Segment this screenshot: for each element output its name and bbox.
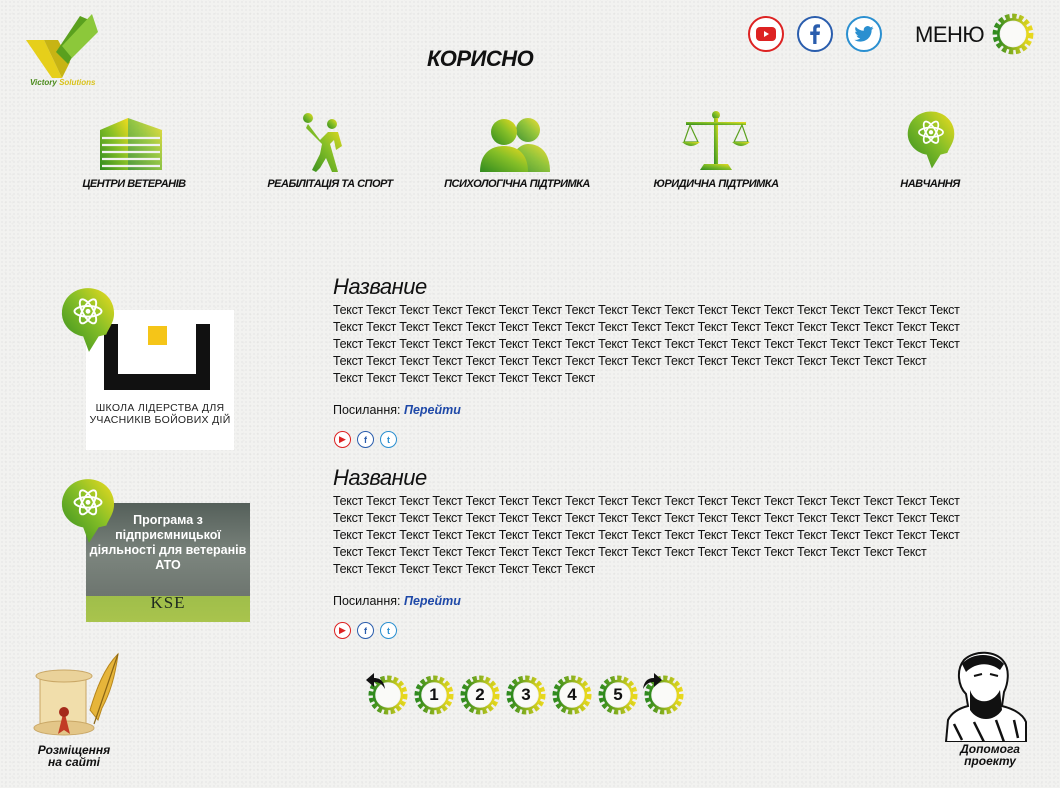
facebook-icon xyxy=(810,24,820,44)
prev-page-button[interactable] xyxy=(366,673,410,717)
arrow-right-icon xyxy=(642,673,686,717)
youtube-icon[interactable]: ▶ xyxy=(334,431,351,448)
twitter-icon[interactable]: t xyxy=(380,622,397,639)
entry-link-label: Посилання: xyxy=(333,403,401,417)
facebook-icon[interactable]: f xyxy=(357,622,374,639)
youtube-link[interactable] xyxy=(748,16,784,52)
entry-line: Текст Текст Текст Текст Текст Текст Текс… xyxy=(333,337,960,351)
menu-gear-icon[interactable] xyxy=(990,11,1036,57)
facebook-icon[interactable]: f xyxy=(357,431,374,448)
entry-link-row: Посилання: Перейти xyxy=(333,403,461,417)
entry-line: Текст Текст Текст Текст Текст Текст Текс… xyxy=(333,354,927,368)
category-label[interactable]: ЮРИДИЧНА ПІДТРИМКА xyxy=(616,178,816,190)
youtube-icon[interactable]: ▶ xyxy=(334,622,351,639)
scales-icon xyxy=(682,111,750,170)
entry-body: Текст Текст Текст Текст Текст Текст Текс… xyxy=(333,302,993,387)
next-page-button[interactable] xyxy=(642,673,686,717)
category-legal-support[interactable] xyxy=(682,110,750,177)
entry-line: Текст Текст Текст Текст Текст Текст Текс… xyxy=(333,303,960,317)
page-title: КОРИСНО xyxy=(427,46,534,71)
page-button[interactable]: 5 xyxy=(596,673,640,717)
entry-body: Текст Текст Текст Текст Текст Текст Текс… xyxy=(333,493,993,578)
category-veteran-centers[interactable] xyxy=(98,114,164,177)
entry-line: Текст Текст Текст Текст Текст Текст Текс… xyxy=(333,545,927,559)
page-number: 5 xyxy=(613,685,623,704)
head-atom-icon xyxy=(61,479,115,543)
entry-line: Текст Текст Текст Текст Текст Текст Текс… xyxy=(333,371,595,385)
category-label[interactable]: НАВЧАННЯ xyxy=(830,178,1030,190)
athlete-icon xyxy=(303,113,342,172)
category-psych-support[interactable] xyxy=(480,114,552,177)
entry-share-icons: ▶ f t xyxy=(334,622,397,639)
page-button[interactable]: 4 xyxy=(550,673,594,717)
entry-line: Текст Текст Текст Текст Текст Текст Текс… xyxy=(333,320,960,334)
people-icon xyxy=(480,118,550,172)
category-rehab-sport[interactable] xyxy=(298,110,354,179)
entry-title[interactable]: Название xyxy=(333,274,427,300)
category-label[interactable]: ЦЕНТРИ ВЕТЕРАНІВ xyxy=(34,178,234,190)
page-number: 3 xyxy=(521,685,531,704)
portrait-icon xyxy=(944,651,1027,743)
entry-title[interactable]: Название xyxy=(333,465,427,491)
facebook-link[interactable] xyxy=(797,16,833,52)
entry-share-icons: ▶ f t xyxy=(334,431,397,448)
category-label[interactable]: ПСИХОЛОГІЧНА ПІДТРИМКА xyxy=(417,178,617,190)
category-label[interactable]: РЕАБІЛІТАЦІЯ ТА СПОРТ xyxy=(230,178,430,190)
pagination: 1 2 3 4 5 xyxy=(366,673,686,717)
entry-link[interactable]: Перейти xyxy=(404,403,461,417)
head-atom-icon xyxy=(907,111,955,169)
logo-icon xyxy=(26,14,98,78)
twitter-link[interactable] xyxy=(846,16,882,52)
help-project-button[interactable] xyxy=(944,650,1028,747)
help-project-label[interactable]: Допомога проекту xyxy=(944,743,1036,767)
entry-line: Текст Текст Текст Текст Текст Текст Текс… xyxy=(333,562,595,576)
page-number: 1 xyxy=(429,685,439,704)
entry-line: Текст Текст Текст Текст Текст Текст Текс… xyxy=(333,528,960,542)
page-button[interactable]: 2 xyxy=(458,673,502,717)
entry-line: Текст Текст Текст Текст Текст Текст Текс… xyxy=(333,511,960,525)
help-project-label-line2: проекту xyxy=(964,754,1016,768)
page-button[interactable]: 3 xyxy=(504,673,548,717)
page-number: 4 xyxy=(567,685,577,704)
arrow-left-icon xyxy=(366,673,410,717)
twitter-icon xyxy=(854,26,874,42)
scroll-quill-icon xyxy=(33,652,119,736)
post-on-site-label[interactable]: Розміщення на сайті xyxy=(26,744,122,768)
entry-head-badge xyxy=(60,477,116,550)
entry-link-row: Посилання: Перейти xyxy=(333,594,461,608)
menu-button-label[interactable]: МЕНЮ xyxy=(915,22,985,48)
entry-link-label: Посилання: xyxy=(333,594,401,608)
page-button[interactable]: 1 xyxy=(412,673,456,717)
post-on-site-label-line2: на сайті xyxy=(48,755,100,769)
entry-image-caption: ШКОЛА ЛІДЕРСТВА ДЛЯ УЧАСНИКІВ БОЙОВИХ ДІ… xyxy=(89,402,231,426)
page-number: 2 xyxy=(475,685,485,704)
twitter-icon[interactable]: t xyxy=(380,431,397,448)
entry-link[interactable]: Перейти xyxy=(404,594,461,608)
category-education[interactable] xyxy=(906,108,956,177)
kse-logo: KSE xyxy=(150,593,186,612)
entry-line: Текст Текст Текст Текст Текст Текст Текс… xyxy=(333,494,960,508)
youtube-icon xyxy=(756,27,776,41)
buildings-icon xyxy=(100,118,162,170)
post-on-site-button[interactable] xyxy=(24,650,124,747)
logo-text: Victory Solutions xyxy=(30,78,96,87)
head-atom-icon xyxy=(61,288,115,352)
entry-head-badge xyxy=(60,286,116,359)
site-logo[interactable]: Victory Solutions xyxy=(22,12,102,92)
